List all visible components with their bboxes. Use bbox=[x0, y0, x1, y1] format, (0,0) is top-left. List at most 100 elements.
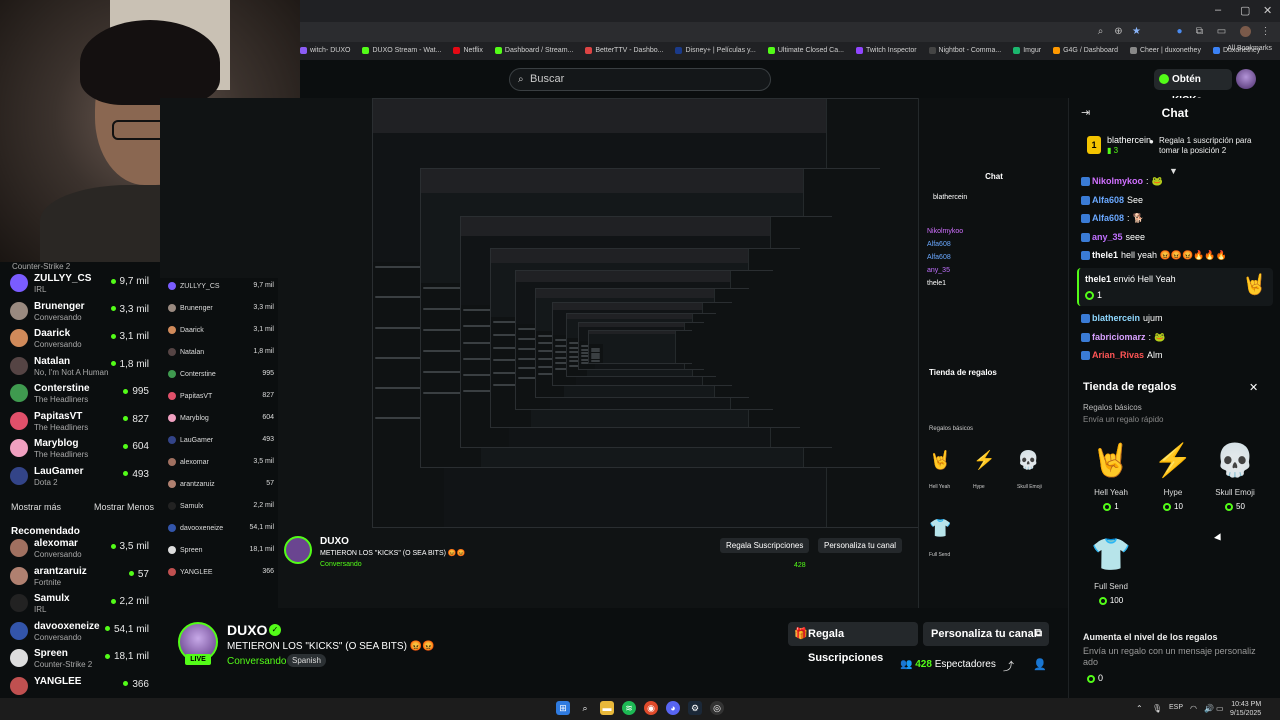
chat-message[interactable]: any_35 seee bbox=[1081, 232, 1145, 242]
channel-name[interactable]: DUXO bbox=[227, 622, 267, 638]
mirror-channel-avatar bbox=[168, 348, 176, 356]
chat-username[interactable]: Alfa608 bbox=[1092, 195, 1124, 205]
wifi-icon[interactable]: ◠ bbox=[1190, 704, 1197, 713]
spotify-icon[interactable]: ≋ bbox=[622, 701, 636, 715]
mirror-chat-message: Nikolmykoo bbox=[927, 228, 964, 235]
user-avatar[interactable] bbox=[1236, 69, 1256, 89]
pinned-gifter[interactable]: 1 blathercein ▮ 3 ● Regala 1 suscripción … bbox=[1077, 134, 1277, 162]
upgrade-gift-price[interactable]: 0 bbox=[1087, 673, 1103, 683]
bookmark-item[interactable]: G4G / Dashboard bbox=[1053, 46, 1118, 54]
chat-username[interactable]: fabriciomarz bbox=[1092, 332, 1146, 342]
sidebar-channel[interactable]: Brunenger Conversando 3,3 mil bbox=[10, 298, 155, 324]
chrome-icon[interactable]: ◉ bbox=[644, 701, 658, 715]
sidebar-channel[interactable]: YANGLEE 366 bbox=[10, 673, 155, 699]
windows-start-icon[interactable]: ⊞ bbox=[556, 701, 570, 715]
search-input[interactable]: ⌕ Buscar bbox=[509, 68, 771, 91]
chat-username[interactable]: Arian_Rivas bbox=[1092, 350, 1144, 360]
sidebar-channel[interactable]: Maryblog The Headliners 604 bbox=[10, 435, 155, 461]
sidebar-channel[interactable]: Natalan No, I'm Not A Human 1,8 mil bbox=[10, 353, 155, 379]
menu-kebab-icon[interactable]: ⋮ bbox=[1260, 26, 1271, 37]
close-icon[interactable]: ✕ bbox=[1249, 381, 1258, 394]
sidepanel-icon[interactable]: ▭ bbox=[1216, 26, 1227, 37]
address-bar[interactable]: ⌕ ⊕ ★ ● ⧉ ▭ ⋮ bbox=[300, 22, 1280, 42]
chat-message[interactable]: Alfa608 See bbox=[1081, 195, 1143, 205]
bookmark-item[interactable]: Twitch Inspector bbox=[855, 46, 917, 54]
customize-channel-button[interactable]: Personaliza tu canal ⧉ bbox=[923, 622, 1049, 646]
viewer-count: 827 bbox=[123, 414, 149, 425]
gift-subs-button[interactable]: 🎁 Regala Suscripciones bbox=[788, 622, 918, 664]
bookmark-item[interactable]: Dashboard / Stream... bbox=[494, 46, 573, 54]
maximize-icon[interactable]: ▢ bbox=[1240, 4, 1250, 17]
chat-message[interactable]: thele1 hell yeah 😡😡😡🔥🔥🔥 bbox=[1081, 250, 1227, 261]
show-more-link[interactable]: Mostrar más bbox=[11, 502, 61, 512]
gift-item[interactable]: ⚡ Hype 10 bbox=[1145, 440, 1201, 526]
tray-chevron-icon[interactable]: ⌃ bbox=[1136, 704, 1143, 713]
sidebar-channel[interactable]: Spreen Counter-Strike 2 18,1 mil bbox=[10, 645, 155, 671]
sidebar-channel[interactable]: alexomar Conversando 3,5 mil bbox=[10, 535, 155, 561]
expand-pinned-icon[interactable]: ▼ bbox=[1169, 166, 1178, 176]
channel-category: IRL bbox=[34, 605, 47, 614]
translate-icon[interactable]: ⌕ bbox=[1095, 26, 1106, 37]
bookmark-item[interactable]: DUXO Stream - Wat... bbox=[362, 46, 441, 54]
get-kicks-button[interactable]: Obtén KICKs bbox=[1154, 69, 1232, 106]
bookmark-item[interactable]: BetterTTV - Dashbo... bbox=[585, 46, 663, 54]
chat-message[interactable]: Nikolmykoo: 🐸 bbox=[1081, 176, 1163, 187]
gift-item[interactable]: 👕 Full Send 100 bbox=[1083, 534, 1139, 620]
sidebar-channel[interactable]: PapitasVT The Headliners 827 bbox=[10, 408, 155, 434]
minimize-icon[interactable]: – bbox=[1215, 4, 1221, 16]
bookmark-item[interactable]: Disney+ | Películas y... bbox=[675, 46, 756, 54]
microphone-icon[interactable]: 🎙 bbox=[1152, 704, 1162, 713]
sidebar-channel[interactable]: Daarick Conversando 3,1 mil bbox=[10, 325, 155, 351]
sidebar-channel[interactable]: Samulx IRL 2,2 mil bbox=[10, 590, 155, 616]
search-icon[interactable]: ⌕ bbox=[578, 701, 592, 715]
share-icon[interactable]: ⤴ bbox=[1003, 658, 1014, 674]
sidebar-channel[interactable]: ZULLYY_CS IRL 9,7 mil bbox=[10, 270, 155, 296]
gift-item[interactable]: 🤘 Hell Yeah 1 bbox=[1083, 440, 1139, 526]
sidebar-channel[interactable]: davooxeneize Conversando 54,1 mil bbox=[10, 618, 155, 644]
steam-icon[interactable]: ⚙ bbox=[688, 701, 702, 715]
sidebar-channel[interactable]: arantzaruiz Fortnite 57 bbox=[10, 563, 155, 589]
clock[interactable]: 10:43 PM 9/15/2025 bbox=[1230, 700, 1261, 718]
chat-username[interactable]: Alfa608 bbox=[1092, 213, 1124, 223]
language-tag[interactable]: Spanish bbox=[287, 654, 326, 667]
bookmark-star-icon[interactable]: ★ bbox=[1131, 26, 1142, 37]
user-menu-icon[interactable]: 👤 bbox=[1033, 658, 1047, 671]
chat-username[interactable]: blathercein bbox=[1092, 313, 1140, 323]
extension-icon[interactable]: ● bbox=[1174, 26, 1185, 37]
bookmark-item[interactable]: witch- DUXO bbox=[300, 46, 350, 54]
sidebar-channel[interactable]: Conterstine The Headliners 995 bbox=[10, 380, 155, 406]
obs-icon[interactable]: ◎ bbox=[710, 701, 724, 715]
bookmark-item[interactable]: Cheer | duxonethey bbox=[1129, 46, 1201, 54]
channel-category: Conversando bbox=[34, 550, 82, 559]
chat-username[interactable]: any_35 bbox=[1092, 232, 1123, 242]
close-window-icon[interactable]: ✕ bbox=[1263, 4, 1272, 17]
gift-item[interactable]: 💀 Skull Emoji 50 bbox=[1207, 440, 1263, 526]
recursive-frame-text-line bbox=[423, 350, 465, 352]
bookmark-item[interactable]: Nightbot - Comma... bbox=[928, 46, 1001, 54]
chat-message[interactable]: Arian_Rivas Alm bbox=[1081, 350, 1163, 361]
stream-category[interactable]: Conversando bbox=[227, 656, 286, 667]
file-explorer-icon[interactable]: ▬ bbox=[600, 701, 614, 715]
profile-avatar-icon[interactable] bbox=[1240, 26, 1251, 37]
extensions-puzzle-icon[interactable]: ⧉ bbox=[1194, 26, 1205, 37]
chat-badge-icon bbox=[1081, 314, 1090, 324]
keyboard-language[interactable]: ESP bbox=[1169, 704, 1183, 711]
chat-message[interactable]: blathercein ujum bbox=[1081, 313, 1163, 324]
chat-username[interactable]: Nikolmykoo bbox=[1092, 176, 1143, 186]
mirror-channel-name: Natalan bbox=[180, 348, 205, 356]
all-bookmarks[interactable]: All Bookmarks bbox=[1227, 45, 1272, 52]
show-less-link[interactable]: Mostrar Menos bbox=[94, 502, 154, 512]
sidebar-channel[interactable]: LauGamer Dota 2 493 bbox=[10, 463, 155, 489]
bookmark-item[interactable]: Imgur bbox=[1013, 46, 1041, 54]
battery-icon[interactable]: ▭ bbox=[1216, 704, 1224, 713]
bookmark-item[interactable]: Ultimate Closed Ca... bbox=[767, 46, 844, 54]
chat-username[interactable]: thele1 bbox=[1092, 250, 1118, 260]
chat-message[interactable]: fabriciomarz: 🐸 bbox=[1081, 332, 1165, 343]
discord-icon[interactable]: ◕ bbox=[666, 701, 680, 715]
mirror-gift-name: Hell Yeah bbox=[929, 484, 951, 490]
zoom-icon[interactable]: ⊕ bbox=[1113, 26, 1124, 37]
bookmark-item[interactable]: Netflix bbox=[453, 46, 483, 54]
chat-message[interactable]: Alfa608: 🐕 bbox=[1081, 213, 1144, 224]
volume-icon[interactable]: 🔊 bbox=[1204, 704, 1214, 713]
stream-video-player[interactable]: ZULLYY_CS 9,7 mil Brunenger 3,3 mil Daarick 3… bbox=[160, 98, 1068, 608]
